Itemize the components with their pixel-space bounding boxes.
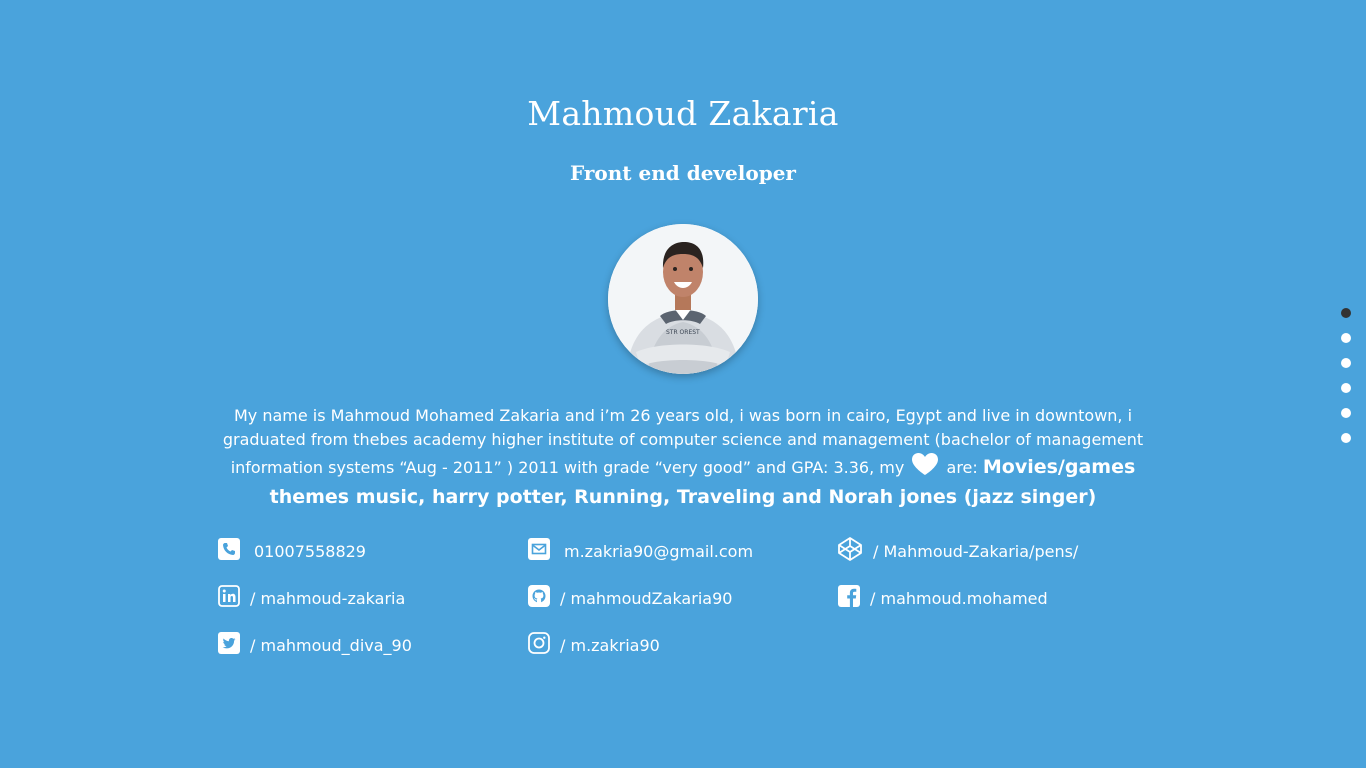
bio-after-heart: are: xyxy=(946,458,978,477)
email-text: m.zakria90@gmail.com xyxy=(564,542,754,561)
facebook-icon xyxy=(838,585,860,607)
codepen-icon xyxy=(837,536,863,561)
twitter-link[interactable]: / mahmoud_diva_90 xyxy=(218,632,528,656)
nav-dot-6[interactable] xyxy=(1341,433,1351,443)
contact-links: 01007558829 m.zakria90@gmail.com / Mahmo… xyxy=(218,536,1148,679)
phone-icon xyxy=(218,538,240,560)
instagram-icon xyxy=(528,632,550,654)
email-link[interactable]: m.zakria90@gmail.com xyxy=(528,538,838,562)
linkedin-icon xyxy=(218,585,240,607)
nav-dot-1[interactable] xyxy=(1341,308,1351,318)
profile-name: Mahmoud Zakaria xyxy=(527,94,839,133)
avatar: STR OREST xyxy=(608,224,758,374)
page: Mahmoud Zakaria Front end developer STR … xyxy=(0,0,1366,768)
profile-role: Front end developer xyxy=(570,161,796,185)
twitter-icon xyxy=(218,632,240,654)
linkedin-link[interactable]: / mahmoud-zakaria xyxy=(218,585,528,609)
nav-dot-2[interactable] xyxy=(1341,333,1351,343)
section-nav-dots xyxy=(1341,308,1351,458)
codepen-link[interactable]: / Mahmoud-Zakaria/pens/ xyxy=(837,536,1148,562)
github-icon xyxy=(528,585,550,607)
codepen-text: / Mahmoud-Zakaria/pens/ xyxy=(873,542,1079,561)
phone-text: 01007558829 xyxy=(254,542,366,561)
facebook-link[interactable]: / mahmoud.mohamed xyxy=(838,585,1148,609)
email-icon xyxy=(528,538,550,560)
bio-paragraph: My name is Mahmoud Mohamed Zakaria and i… xyxy=(213,404,1153,511)
svg-text:STR OREST: STR OREST xyxy=(666,329,700,336)
instagram-text: / m.zakria90 xyxy=(560,636,660,655)
phone-link[interactable]: 01007558829 xyxy=(218,538,528,562)
nav-dot-4[interactable] xyxy=(1341,383,1351,393)
heart-icon xyxy=(911,452,939,483)
nav-dot-5[interactable] xyxy=(1341,408,1351,418)
facebook-text: / mahmoud.mohamed xyxy=(870,589,1048,608)
instagram-link[interactable]: / m.zakria90 xyxy=(528,632,838,656)
linkedin-text: / mahmoud-zakaria xyxy=(250,589,406,608)
github-link[interactable]: / mahmoudZakaria90 xyxy=(528,585,838,609)
nav-dot-3[interactable] xyxy=(1341,358,1351,368)
twitter-text: / mahmoud_diva_90 xyxy=(250,636,412,655)
github-text: / mahmoudZakaria90 xyxy=(560,589,733,608)
